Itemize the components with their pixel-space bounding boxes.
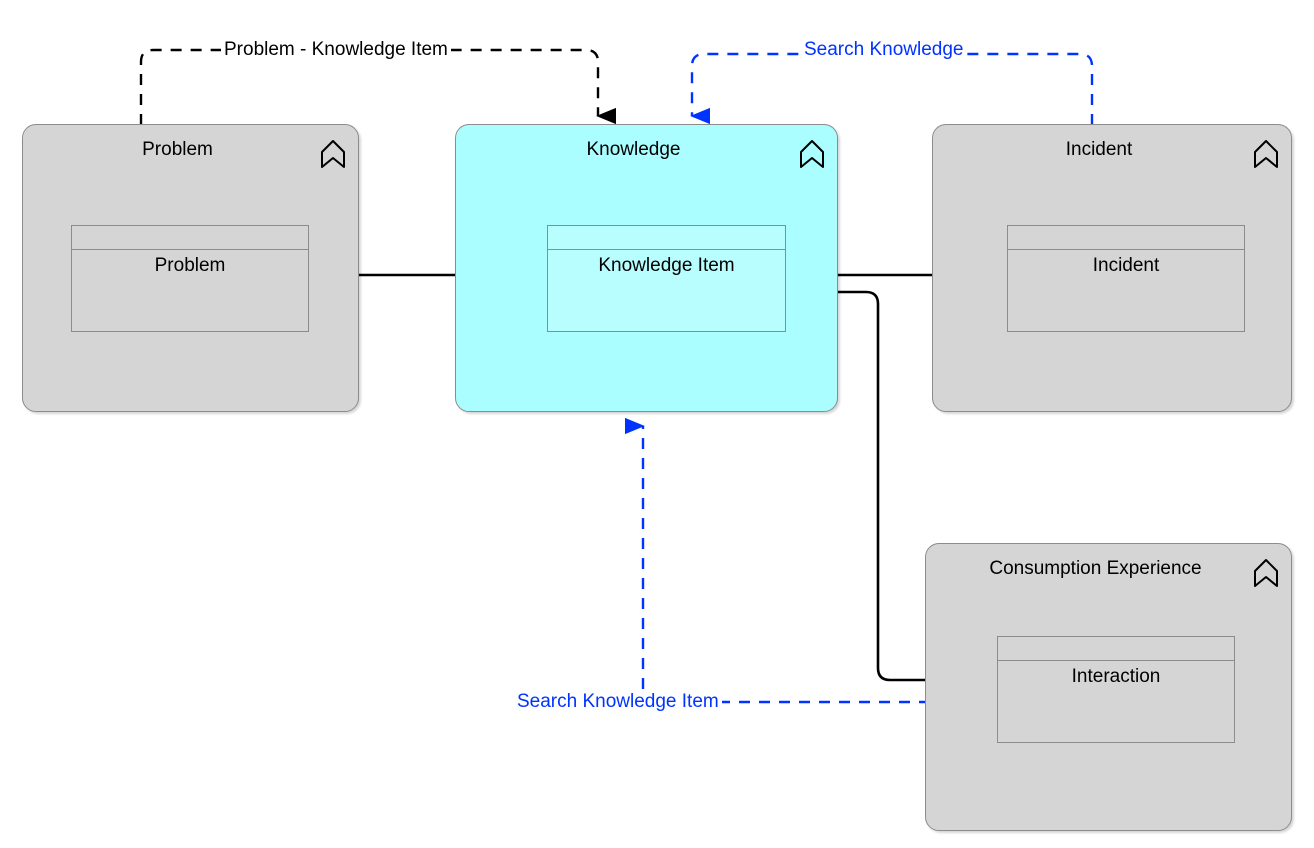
grouping-incident-title: Incident — [1065, 139, 1133, 160]
grouping-chevron-icon — [800, 140, 824, 168]
relation-label-search-knowledge-item: Search Knowledge Item — [514, 691, 722, 713]
grouping-problem-title: Problem — [142, 139, 213, 160]
relation-label-search-knowledge: Search Knowledge — [801, 39, 967, 61]
grouping-chevron-icon — [321, 140, 345, 168]
element-knowledge-item-header — [548, 226, 785, 250]
element-knowledge-item-label: Knowledge Item — [598, 255, 735, 276]
grouping-problem[interactable]: Problem Problem — [22, 124, 359, 412]
element-interaction-label: Interaction — [1071, 666, 1161, 687]
relation-problem-knowledge-item — [139, 48, 616, 125]
grouping-chevron-icon — [1254, 559, 1278, 587]
grouping-knowledge-title: Knowledge — [586, 139, 681, 160]
element-interaction[interactable]: Interaction — [997, 636, 1235, 743]
element-knowledge-item[interactable]: Knowledge Item — [547, 225, 786, 332]
element-problem-header — [72, 226, 308, 250]
grouping-consumption-experience[interactable]: Consumption Experience Interaction — [925, 543, 1292, 831]
element-incident[interactable]: Incident — [1007, 225, 1245, 332]
relation-search-knowledge — [690, 52, 1094, 125]
relation-label-problem-knowledge-item: Problem - Knowledge Item — [221, 39, 451, 61]
grouping-incident[interactable]: Incident Incident — [932, 124, 1292, 412]
element-problem[interactable]: Problem — [71, 225, 309, 332]
element-interaction-header — [998, 637, 1234, 661]
element-problem-label: Problem — [154, 255, 226, 276]
element-incident-header — [1008, 226, 1244, 250]
grouping-chevron-icon — [1254, 140, 1278, 168]
diagram-canvas: Problem Problem Knowledge Knowledge Item… — [0, 0, 1314, 848]
grouping-consumption-experience-title: Consumption Experience — [989, 558, 1202, 579]
element-incident-label: Incident — [1092, 255, 1160, 276]
relation-search-knowledge-item — [625, 417, 930, 704]
grouping-knowledge[interactable]: Knowledge Knowledge Item — [455, 124, 838, 412]
